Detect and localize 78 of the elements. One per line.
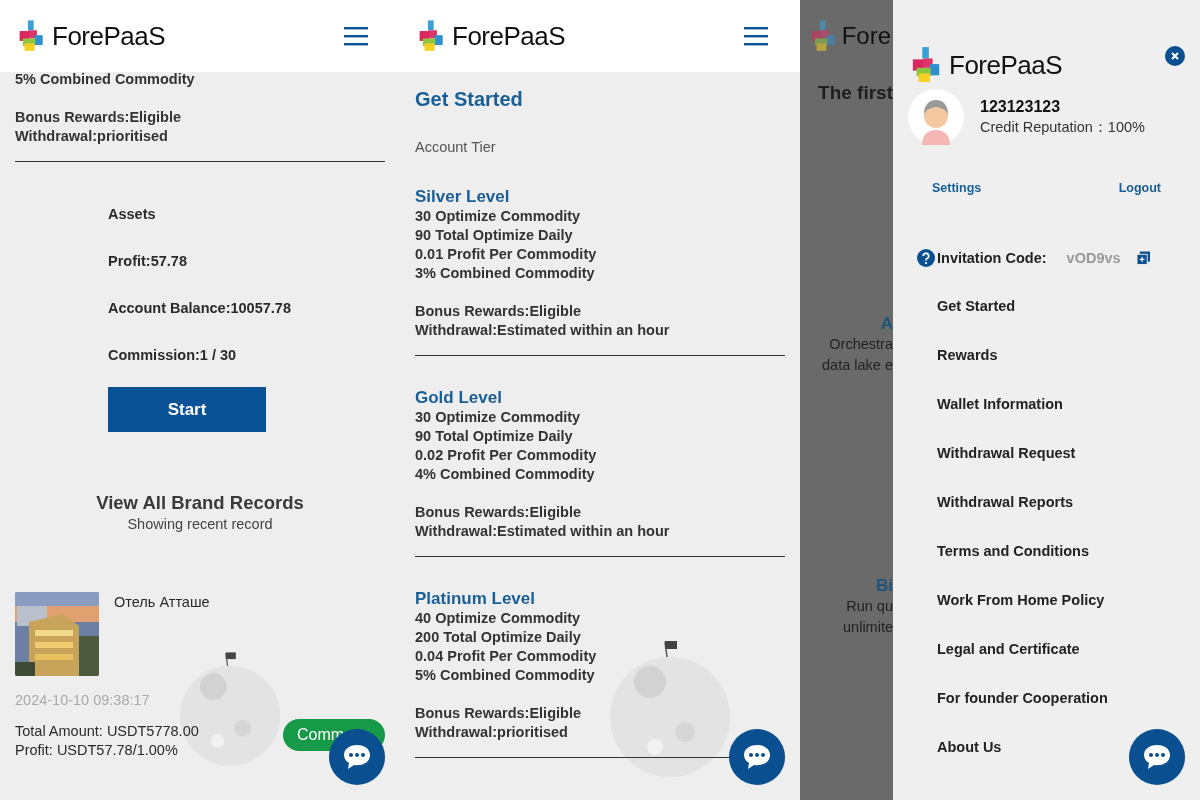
feature-title: Bi	[876, 576, 893, 596]
menu-item[interactable]: Withdrawal Request	[937, 444, 1076, 493]
credit-reputation: Credit Reputation：100%	[980, 117, 1145, 137]
asset-value: Profit:57.78	[108, 252, 187, 271]
logo-icon	[18, 18, 46, 54]
level-feature: 4% Combined Commodity	[415, 465, 595, 484]
logo-text: Fore	[841, 22, 891, 50]
user-id: 123123123	[980, 97, 1062, 116]
drawer-link[interactable]: Settings	[932, 181, 982, 195]
avatar-icon	[908, 89, 964, 145]
assets-title: Assets	[108, 205, 156, 224]
level-perk: Withdrawal:Estimated within an hour	[415, 522, 670, 541]
level-feature: 3% Combined Commodity	[415, 264, 595, 283]
level-perk: Withdrawal:Estimated within an hour	[415, 321, 670, 340]
feature-text: Orchestra	[829, 335, 893, 354]
level-feature: 5% Combined Commodity	[415, 666, 595, 685]
level-feature: 30 Optimize Commodity	[415, 207, 581, 226]
feature-text: Run qu	[846, 597, 893, 616]
logo-text: ForePaaS	[52, 20, 166, 52]
help-icon[interactable]	[917, 249, 935, 267]
drawer-link[interactable]: Logout	[1118, 181, 1161, 195]
chat-button[interactable]	[729, 729, 785, 785]
hero-heading: The first	[818, 82, 893, 104]
level-title: Platinum Level	[415, 589, 535, 609]
menu-item[interactable]: Terms and Conditions	[937, 542, 1089, 591]
feature-text: data lake e	[822, 356, 893, 375]
level-perk: Bonus Rewards:Eligible	[415, 503, 581, 522]
level-feature: 0.02 Profit Per Commodity	[415, 446, 597, 465]
level-feature: 0.01 Profit Per Commodity	[415, 245, 597, 264]
record-total: Total Amount: USDT5778.00	[15, 722, 199, 741]
chat-icon	[1142, 743, 1172, 771]
records-title: View All Brand Records	[95, 492, 305, 514]
level-feature: 40 Optimize Commodity	[415, 609, 581, 628]
level-perk: Bonus Rewards:Eligible	[415, 704, 581, 723]
section-label: Account Tier	[415, 139, 496, 155]
tier-perk: Bonus Rewards:Eligible	[15, 108, 181, 127]
menu-item[interactable]: Wallet Information	[937, 395, 1063, 444]
chat-icon	[342, 743, 372, 771]
level-title: Silver Level	[415, 187, 510, 207]
record-profit: Profit: USDT57.78/1.00%	[15, 741, 178, 760]
menu-icon[interactable]	[344, 26, 368, 46]
logo-icon	[418, 18, 446, 54]
menu-item[interactable]: Work From Home Policy	[937, 591, 1105, 640]
level-perk: Withdrawal:prioritised	[415, 723, 568, 742]
feature-title: A	[880, 314, 893, 334]
logo-text: ForePaaS	[452, 20, 566, 52]
asset-value: Commission:1 / 30	[108, 346, 237, 365]
menu-item[interactable]: Withdrawal Reports	[937, 493, 1074, 542]
menu-icon[interactable]	[744, 26, 768, 46]
level-perk: Bonus Rewards:Eligible	[415, 302, 581, 321]
logo-text: ForePaaS	[949, 49, 1063, 81]
start-button[interactable]: Start	[108, 387, 266, 432]
chat-icon	[742, 743, 772, 771]
chat-button[interactable]	[1129, 729, 1185, 785]
logo-icon	[809, 18, 838, 54]
record-date: 2024-10-10 09:38:17	[15, 692, 150, 708]
menu-item[interactable]: Get Started	[937, 297, 1016, 346]
level-feature: 30 Optimize Commodity	[415, 408, 581, 427]
level-title: Gold Level	[415, 388, 502, 408]
level-feature: 90 Total Optimize Daily	[415, 226, 573, 245]
tier-feature: 5% Combined Commodity	[15, 70, 195, 89]
level-feature: 0.04 Profit Per Commodity	[415, 647, 597, 666]
menu-item[interactable]: Rewards	[937, 346, 998, 395]
menu-item[interactable]: About Us	[937, 738, 1002, 787]
copy-icon[interactable]	[1136, 251, 1150, 265]
record-title: Отель Атташе	[114, 594, 210, 610]
menu-item[interactable]: For founder Cooperation	[937, 689, 1108, 738]
records-subtitle: Showing recent record	[126, 516, 274, 532]
level-feature: 200 Total Optimize Daily	[415, 628, 581, 647]
tier-perk: Withdrawal:prioritised	[15, 127, 168, 146]
invitation-code: vOD9vs	[1066, 250, 1121, 266]
feature-text: unlimite	[843, 618, 893, 637]
page-title: Get Started	[415, 88, 523, 111]
level-feature: 90 Total Optimize Daily	[415, 427, 573, 446]
close-icon[interactable]	[1165, 46, 1185, 66]
invitation-label: Invitation Code:	[937, 250, 1047, 266]
menu-item[interactable]: Legal and Certificate	[937, 640, 1080, 689]
asset-value: Account Balance:10057.78	[108, 299, 291, 318]
